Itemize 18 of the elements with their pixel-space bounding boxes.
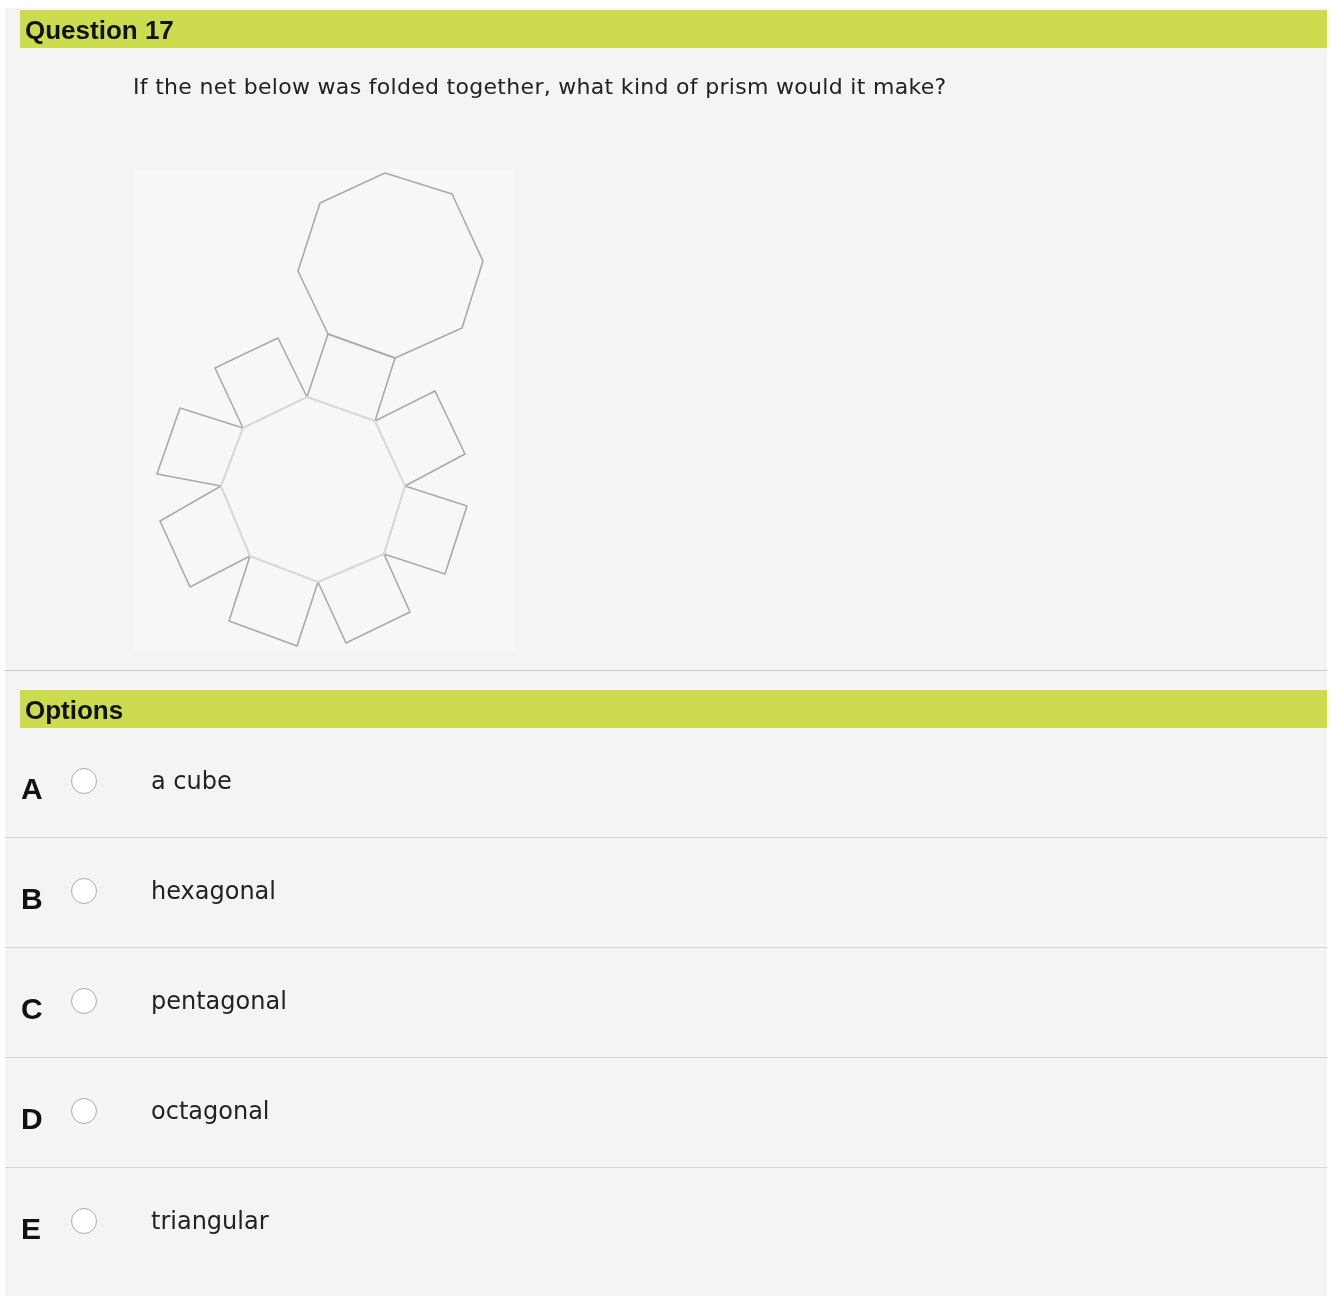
question-text: If the net below was folded together, what kind of prism would it make? (133, 74, 948, 99)
option-letter: C (21, 991, 44, 1026)
radio-button[interactable] (71, 767, 97, 794)
option-label: a cube (151, 766, 232, 795)
option-letter: A (21, 771, 44, 806)
option-label: hexagonal (151, 876, 276, 905)
options-header: Options (20, 690, 1327, 728)
question-header: Question 17 (20, 10, 1327, 48)
option-letter: B (21, 881, 44, 916)
option-letter: E (21, 1212, 42, 1246)
option-label: triangular (151, 1207, 269, 1235)
radio-button[interactable] (71, 987, 97, 1014)
radio-button[interactable] (71, 877, 97, 904)
radio-button[interactable] (71, 1208, 97, 1234)
radio-button[interactable] (71, 1097, 97, 1124)
option-label: pentagonal (151, 986, 287, 1015)
option-letter: D (21, 1101, 44, 1136)
option-label: octagonal (151, 1096, 270, 1125)
